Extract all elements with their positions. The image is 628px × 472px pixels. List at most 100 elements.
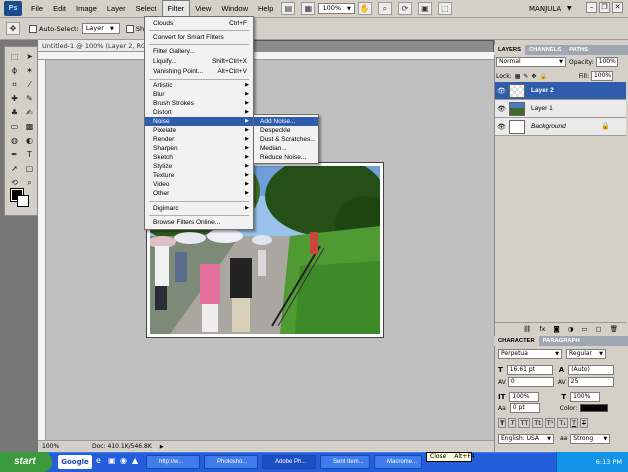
vertical-scale-field[interactable]: 100%	[509, 392, 540, 402]
filter-menu-item-stylize[interactable]: Stylize ▶	[145, 162, 253, 171]
filter-menu-item-gallery[interactable]: Filter Gallery...	[145, 47, 253, 56]
font-style-dropdown[interactable]: Regular ▼	[566, 349, 606, 359]
crop-tool-icon[interactable]: ⌗	[8, 79, 21, 90]
filter-menu-item-distort[interactable]: Distort ▶	[145, 108, 253, 117]
visibility-eye-icon[interactable]: 👁	[497, 123, 506, 131]
3d-rotate-tool-icon[interactable]: ⟲	[8, 177, 21, 188]
filter-menu-item-sharpen[interactable]: Sharpen ▶	[145, 144, 253, 153]
filter-menu-item-texture[interactable]: Texture ▶	[145, 171, 253, 180]
kerning-field[interactable]: 0	[507, 377, 554, 387]
zoom-tool-icon[interactable]: ⌕	[377, 2, 392, 15]
tab-paragraph[interactable]: PARAGRAPH	[539, 336, 584, 346]
pen-tool-icon[interactable]: ✒	[8, 149, 21, 160]
all-caps-icon[interactable]: TT	[518, 418, 531, 428]
auto-select-dropdown[interactable]: Layer ▼	[81, 23, 120, 34]
quicklaunch-app-icon[interactable]: ▲	[132, 456, 138, 465]
filter-menu-item-sketch[interactable]: Sketch ▶	[145, 153, 253, 162]
quicklaunch-media-icon[interactable]: ◉	[120, 456, 127, 465]
zoom-dropdown[interactable]: 100% ▼	[318, 3, 355, 14]
view-extras-icon[interactable]: ▦	[301, 2, 316, 15]
document-title-tab[interactable]: Untitled-1 @ 100% (Layer 2, RGB/	[38, 40, 146, 52]
filter-menu-item-clouds[interactable]: Clouds Ctrl+F	[145, 19, 253, 28]
small-caps-icon[interactable]: Tt	[532, 418, 543, 428]
layer-name[interactable]: Background	[531, 118, 566, 136]
menu-layer[interactable]: Layer	[102, 0, 131, 18]
filter-menu-item-render[interactable]: Render ▶	[145, 135, 253, 144]
horizontal-scale-field[interactable]: 100%	[570, 392, 601, 402]
filter-menu-item-other[interactable]: Other ▶	[145, 189, 253, 198]
blend-mode-dropdown[interactable]: Normal ▼	[496, 57, 566, 67]
noise-submenu-item-dust-scratches[interactable]: Dust & Scratches...	[254, 135, 318, 144]
status-arrow-icon[interactable]: ▶	[160, 441, 164, 453]
filter-menu-item-blur[interactable]: Blur ▶	[145, 90, 253, 99]
leading-field[interactable]: (Auto)	[568, 365, 615, 375]
lock-position-icon[interactable]: ✥	[531, 73, 536, 80]
noise-submenu-item-despeckle[interactable]: Despeckle	[254, 126, 318, 135]
move-tool-icon[interactable]: ➤	[23, 51, 36, 62]
workspace-dropdown-arrow-icon[interactable]: ▼	[567, 5, 572, 12]
task-macromedia[interactable]: Macrome...	[374, 455, 422, 469]
workspace-label[interactable]: MANJULA	[529, 5, 561, 13]
subscript-icon[interactable]: T₁	[557, 418, 568, 428]
lock-image-icon[interactable]: ✎	[523, 73, 528, 80]
move-tool-icon[interactable]: ✥	[6, 22, 20, 35]
quicklaunch-desktop-icon[interactable]: ▣	[108, 456, 116, 465]
menu-select[interactable]: Select	[131, 0, 162, 18]
layer-name[interactable]: Layer 2	[531, 82, 554, 100]
filter-menu-item-browse-online[interactable]: Browse Filters Online...	[145, 218, 253, 227]
task-photoshop-help[interactable]: Photosho...	[204, 455, 258, 469]
rotate-view-icon[interactable]: ⟳	[397, 2, 412, 15]
menu-window[interactable]: Window	[216, 0, 253, 18]
layer-style-icon[interactable]: fx	[539, 325, 545, 333]
layer-row-background[interactable]: 👁 Background 🔒	[495, 118, 626, 136]
text-color-swatch[interactable]	[580, 404, 609, 412]
hand-tool-icon[interactable]: ✋	[357, 2, 372, 15]
brush-tool-icon[interactable]: ✎	[23, 93, 36, 104]
task-browser[interactable]: http://w...	[146, 455, 200, 469]
zoom-tool-icon[interactable]: ⌕	[23, 177, 36, 188]
bridge-icon[interactable]: ▤	[281, 2, 296, 15]
lock-transparent-icon[interactable]: ▦	[515, 73, 521, 80]
auto-select-checkbox[interactable]	[29, 24, 37, 33]
language-dropdown[interactable]: English: USA ▼	[498, 433, 554, 444]
visibility-eye-icon[interactable]: 👁	[497, 105, 506, 113]
magic-wand-tool-icon[interactable]: ✶	[23, 65, 36, 76]
menu-help[interactable]: Help	[253, 0, 278, 18]
new-group-icon[interactable]: ▭	[581, 325, 587, 333]
filter-menu-item-noise[interactable]: Noise ▶	[145, 117, 253, 126]
delete-layer-icon[interactable]: 🗑	[610, 325, 618, 333]
superscript-icon[interactable]: T¹	[544, 418, 556, 428]
adjustment-layer-icon[interactable]: ◑	[568, 325, 574, 333]
anti-alias-dropdown[interactable]: Strong ▼	[570, 433, 611, 444]
minimize-icon[interactable]: –	[586, 2, 597, 13]
menu-file[interactable]: File	[26, 0, 48, 18]
gradient-tool-icon[interactable]: ▩	[23, 121, 36, 132]
tab-character[interactable]: CHARACTER	[494, 336, 539, 346]
filter-menu-item-brush-strokes[interactable]: Brush Strokes ▶	[145, 99, 253, 108]
menu-filter[interactable]: Filter	[161, 0, 191, 18]
filter-menu-item-video[interactable]: Video ▶	[145, 180, 253, 189]
screen-mode-icon[interactable]: ⬚	[437, 2, 452, 15]
strikethrough-icon[interactable]: T	[579, 418, 588, 428]
tracking-field[interactable]: 25	[567, 377, 614, 387]
lock-all-icon[interactable]: 🔒	[539, 73, 546, 80]
status-zoom[interactable]: 100%	[42, 441, 62, 453]
healing-brush-tool-icon[interactable]: ✚	[8, 93, 21, 104]
tab-channels[interactable]: CHANNELS	[525, 45, 565, 55]
eyedropper-tool-icon[interactable]: ⁄	[23, 79, 36, 90]
type-tool-icon[interactable]: T	[23, 149, 36, 160]
filter-menu-item-pixelate[interactable]: Pixelate ▶	[145, 126, 253, 135]
filter-menu-item-convert-smart[interactable]: Convert for Smart Filters	[145, 33, 253, 42]
noise-submenu-item-add-noise[interactable]: Add Noise...	[254, 117, 318, 126]
close-icon[interactable]: ✕	[612, 2, 623, 13]
start-button[interactable]: start	[0, 452, 52, 472]
show-transform-checkbox[interactable]	[125, 24, 134, 33]
menu-edit[interactable]: Edit	[48, 0, 71, 18]
faux-bold-icon[interactable]: T	[498, 418, 507, 428]
google-toolbar[interactable]: Google	[58, 455, 92, 469]
filter-menu-item-liquify[interactable]: Liquify... Shift+Ctrl+X	[145, 57, 253, 66]
history-brush-tool-icon[interactable]: ✍	[23, 107, 36, 118]
layer-row-layer-1[interactable]: 👁 Layer 1	[495, 100, 626, 118]
lasso-tool-icon[interactable]: ϕ	[8, 65, 21, 76]
blur-tool-icon[interactable]: ◍	[8, 135, 21, 146]
